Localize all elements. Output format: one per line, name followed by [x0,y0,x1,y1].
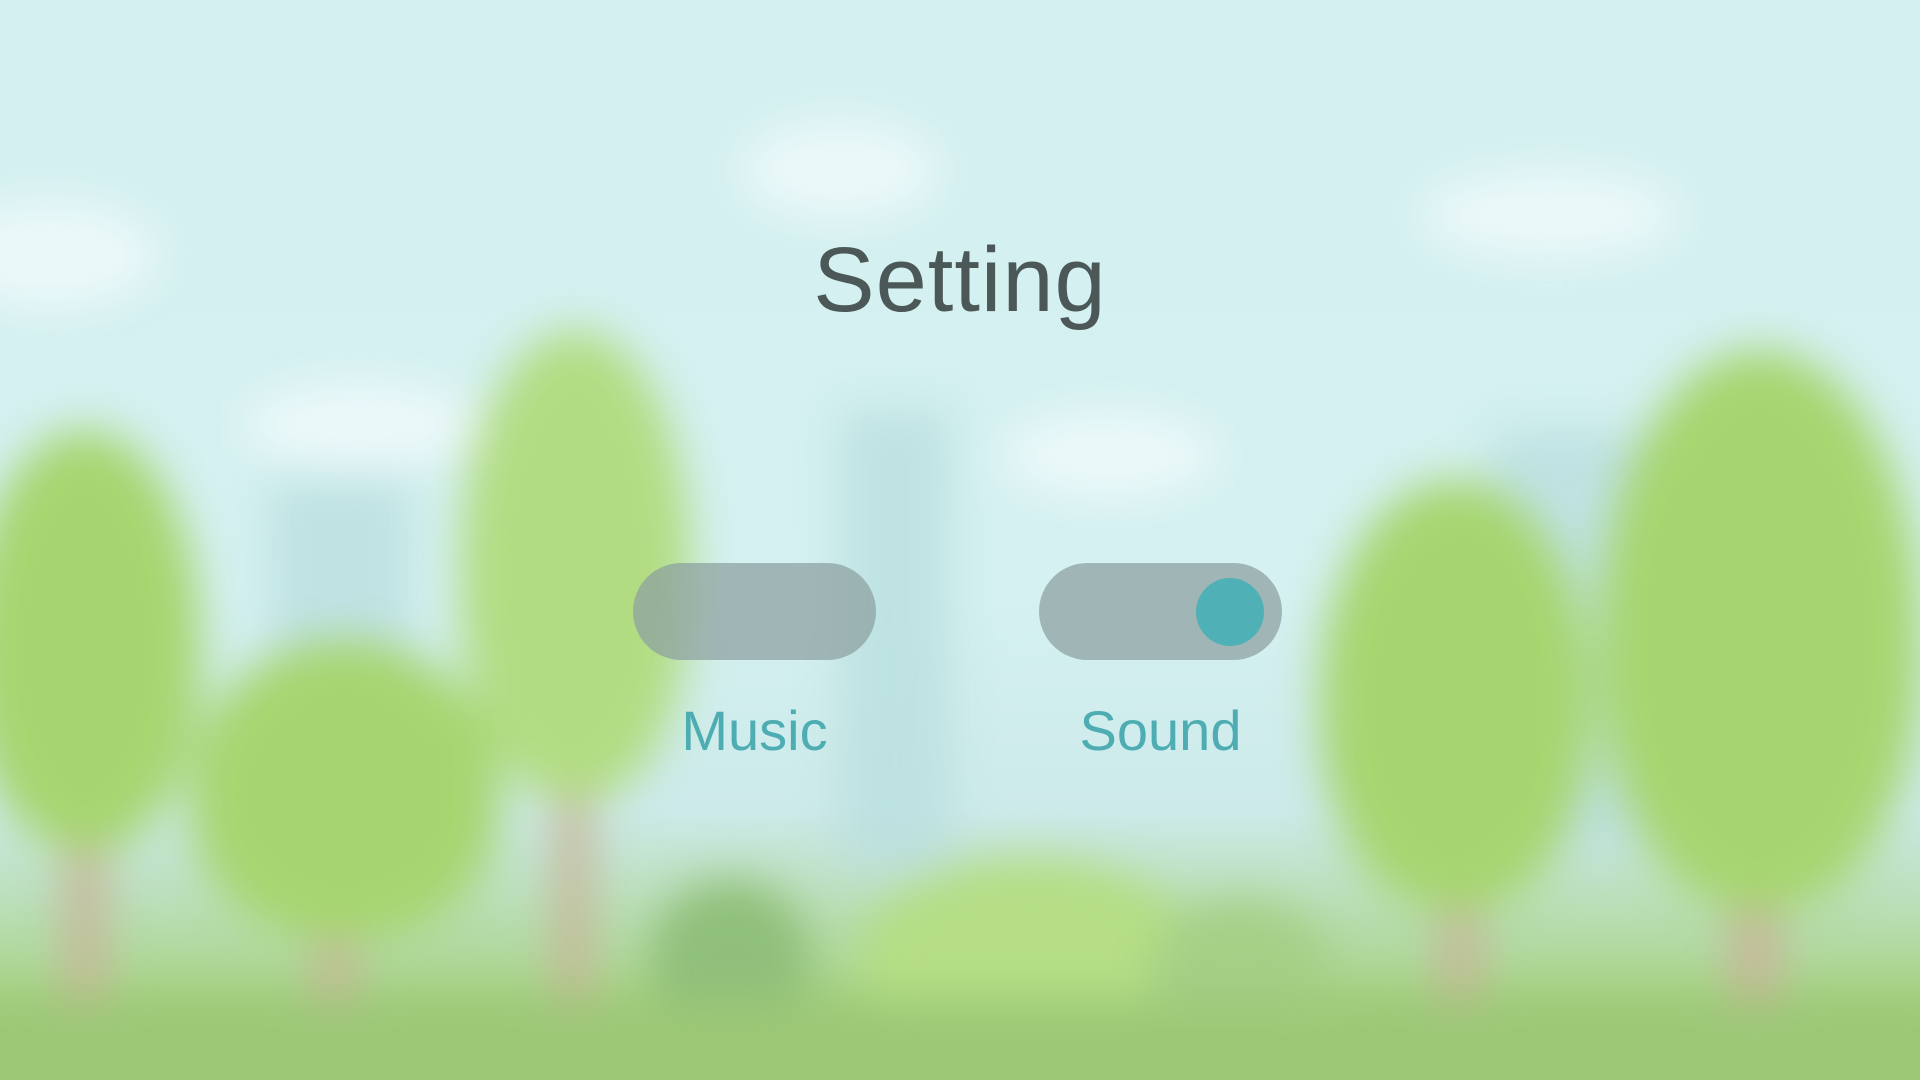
music-label: Music [681,699,828,762]
blurred-park-background [0,0,1920,1080]
sound-label: Sound [1079,699,1242,762]
sound-toggle-knob [1196,578,1264,646]
game-settings-screen: Setting Music Sound [0,0,1920,1080]
music-toggle[interactable] [633,563,876,660]
page-title: Setting [813,229,1107,331]
sound-toggle[interactable] [1039,563,1282,660]
